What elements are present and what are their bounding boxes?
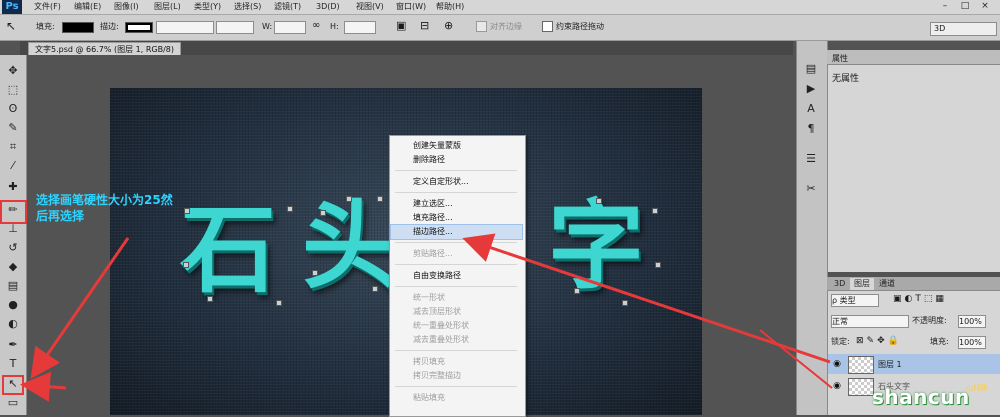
watermark-text: shancun xyxy=(872,385,970,409)
watermark-subtext: 山村网 xyxy=(966,384,987,392)
arrow-to-path-tool xyxy=(30,237,130,379)
arrow-along-toolbar xyxy=(20,371,67,402)
annotation-arrows xyxy=(20,233,833,402)
